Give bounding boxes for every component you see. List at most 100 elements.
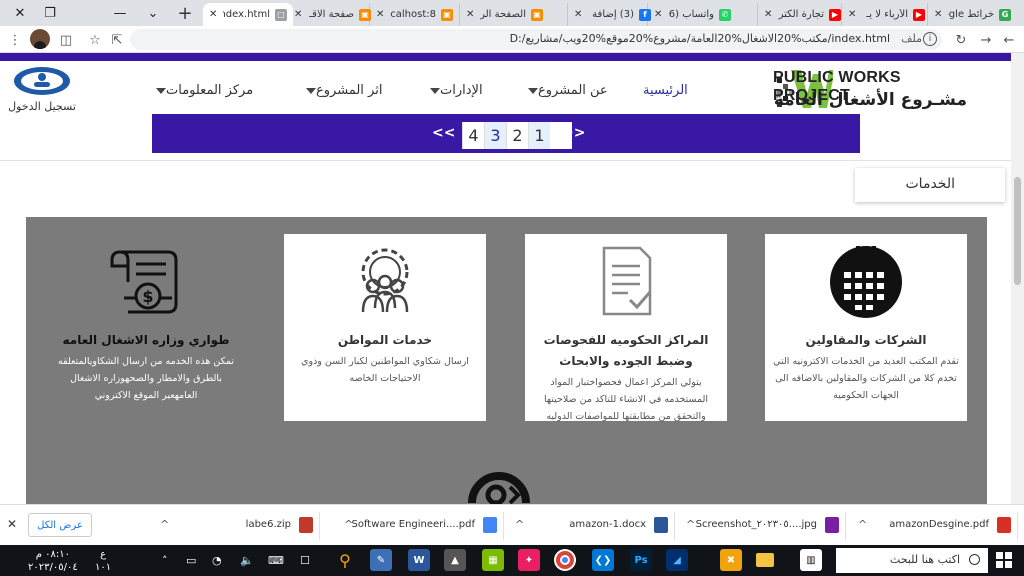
bookmark-star-icon[interactable]: ☆ bbox=[84, 29, 106, 51]
download-item[interactable]: ^ labe6.zip bbox=[150, 512, 320, 540]
close-tab-icon[interactable]: ✕ bbox=[376, 9, 384, 20]
close-downloads-icon[interactable]: ✕ bbox=[7, 517, 17, 531]
photoshop-icon[interactable]: Ps bbox=[630, 549, 652, 571]
close-tab-icon[interactable]: ✕ bbox=[848, 9, 856, 20]
close-tab-icon[interactable]: ✕ bbox=[764, 9, 772, 20]
language-icon[interactable]: ⌨ bbox=[268, 554, 284, 567]
pagination-next[interactable]: >> bbox=[562, 125, 585, 141]
input-language[interactable]: ع ١٠١ bbox=[95, 548, 111, 574]
pagination-prev[interactable]: << bbox=[432, 125, 455, 141]
network-icon[interactable]: ◔ bbox=[212, 554, 222, 567]
back-icon[interactable]: ← bbox=[998, 29, 1020, 51]
taskbar-clock[interactable]: ٠٨:١٠ م ٢٠٢٣/٠٥/٠٤ bbox=[28, 548, 78, 574]
services-heading: الخدمات bbox=[905, 176, 956, 192]
service-card-labs[interactable]: المراكز الحكوميه للفحوصات وضبط الجوده وا… bbox=[525, 234, 727, 422]
login-label: تسجيل الدخول bbox=[8, 100, 76, 113]
close-tab-icon[interactable]: ✕ bbox=[209, 9, 217, 20]
close-tab-icon[interactable]: ✕ bbox=[294, 9, 302, 20]
site-logo[interactable]: PUBLIC WORKS PROJECT مشـروع الأشغال العا… bbox=[773, 64, 991, 114]
tab-search-icon[interactable]: ⌄ bbox=[140, 0, 166, 26]
search-app-icon[interactable]: ⚲ bbox=[334, 549, 356, 571]
chevron-up-icon[interactable]: ^ bbox=[858, 518, 867, 531]
service-card-emergency[interactable]: $ طواري وزاره الاشغال العامه تمكن هذه ال… bbox=[45, 234, 247, 424]
browser-tab[interactable]: ✕ الأرباء لا يـ ▶ bbox=[841, 3, 931, 26]
file-explorer-icon[interactable] bbox=[754, 549, 776, 571]
tray-overflow-icon[interactable]: ˄ bbox=[162, 554, 168, 567]
visual-studio-icon[interactable]: ◢ bbox=[666, 549, 688, 571]
download-item[interactable]: ^ Screenshot_٢٠٢٣٠٥....jpg bbox=[676, 512, 846, 540]
downloads-bar: ✕ عرض الكل ^ amazonDesgine.pdf ^ Screenshot… bbox=[0, 504, 1024, 545]
page-scrollbar[interactable] bbox=[1011, 53, 1024, 504]
service-card-citizen[interactable]: خدمات المواطن ارسال شكاوي المواطنين لكبا… bbox=[284, 234, 486, 421]
paint-icon[interactable]: ✎ bbox=[370, 549, 392, 571]
reload-icon[interactable]: ↻ bbox=[950, 29, 972, 51]
notification-icon[interactable]: ☐ bbox=[300, 554, 310, 567]
download-item[interactable]: ^ amazonDesgine.pdf bbox=[848, 512, 1018, 540]
page-2-link[interactable]: 2 bbox=[506, 122, 528, 149]
windows-taskbar: اكتب هنا للبحث ▥ ✖ ◢ Ps ❮❯ ✦ ▦ ▲ W ✎ ⚲ ☐… bbox=[0, 545, 1024, 576]
browser-tab[interactable]: ✕ خرائط Google G bbox=[927, 3, 1017, 26]
browser-tab[interactable]: ✕واتساب (6)✆ bbox=[647, 3, 737, 26]
close-tab-icon[interactable]: ✕ bbox=[466, 9, 474, 20]
input-language-top: ع bbox=[100, 549, 107, 560]
browser-tab[interactable]: ✕ تجارة الكترو ▶ bbox=[757, 3, 847, 26]
xampp-icon[interactable]: ✖ bbox=[720, 549, 742, 571]
vscode-icon[interactable]: ❮❯ bbox=[592, 549, 614, 571]
browser-tab[interactable]: ✕ index.html ▢ bbox=[203, 3, 293, 26]
share-icon[interactable]: ⇱ bbox=[106, 29, 128, 51]
nav-home[interactable]: الرئيسية bbox=[643, 83, 688, 98]
photos-icon[interactable]: ▲ bbox=[444, 549, 466, 571]
nav-info-center[interactable]: مركز المعلومات bbox=[150, 83, 253, 98]
download-item[interactable]: ^ Software Engineeri....pdf bbox=[334, 512, 504, 540]
start-button[interactable] bbox=[996, 552, 1012, 568]
address-bar[interactable]: D:/مكتب%20الاشغال%20العامة/مشروع%20موقع%… bbox=[130, 29, 942, 50]
browser-tab[interactable]: ✕ الصفحة الر ▣ bbox=[459, 3, 549, 26]
chevron-up-icon[interactable]: ^ bbox=[515, 518, 524, 531]
nav-home-label: الرئيسية bbox=[643, 83, 688, 98]
tab-title: خرائط Google bbox=[948, 9, 994, 20]
browser-tab[interactable]: ✕ localhost:8 ▣ bbox=[369, 3, 459, 26]
page-1-link[interactable]: 1 bbox=[528, 122, 550, 149]
sidebar-icon[interactable]: ◫ bbox=[55, 29, 77, 51]
app-pink-icon[interactable]: ✦ bbox=[518, 549, 540, 571]
clock-date: ٢٠٢٣/٠٥/٠٤ bbox=[28, 562, 78, 573]
service-title: الشركات والمقاولين bbox=[805, 333, 927, 347]
battery-icon[interactable]: ▭ bbox=[186, 554, 196, 567]
browser-tab[interactable]: ✕ صفحة الاقـ ▣ bbox=[287, 3, 377, 26]
login-button[interactable]: تسجيل الدخول bbox=[6, 65, 78, 115]
close-tab-icon[interactable]: ✕ bbox=[934, 9, 942, 20]
taskbar-search-box[interactable]: اكتب هنا للبحث bbox=[836, 548, 988, 573]
service-description: يتولي المركز اعمال فحصواختبار المواد الم… bbox=[543, 377, 708, 422]
volume-icon[interactable]: 🔈 bbox=[240, 554, 254, 567]
file-type-icon bbox=[997, 517, 1011, 533]
chevron-up-icon[interactable]: ^ bbox=[686, 518, 695, 531]
scrollbar-thumb[interactable] bbox=[1014, 177, 1021, 285]
menu-dots-icon[interactable]: ⋮ bbox=[4, 29, 26, 51]
close-tab-icon[interactable]: ✕ bbox=[574, 9, 582, 20]
chrome-icon[interactable] bbox=[554, 549, 576, 571]
show-all-downloads-button[interactable]: عرض الكل bbox=[28, 513, 92, 537]
chevron-up-icon[interactable]: ^ bbox=[160, 518, 169, 531]
download-item[interactable]: ^ amazon-1.docx bbox=[505, 512, 675, 540]
nav-departments[interactable]: الإدارات bbox=[424, 83, 483, 98]
info-icon[interactable]: i bbox=[923, 32, 937, 46]
browser-tab[interactable]: ✕ (3) إضافة f bbox=[567, 3, 657, 26]
file-type-icon bbox=[299, 517, 313, 533]
tab-title: واتساب (6) bbox=[668, 9, 714, 20]
new-tab-button[interactable]: + bbox=[172, 0, 198, 26]
page-4-link[interactable]: 4 bbox=[462, 122, 484, 149]
nav-about[interactable]: عن المشروع bbox=[522, 83, 608, 98]
url-text[interactable]: D:/مكتب%20الاشغال%20العامة/مشروع%20موقع%… bbox=[510, 32, 890, 45]
service-card-companies[interactable]: الشركات والمقاولين تقدم المكتب العديد من… bbox=[765, 234, 967, 421]
forward-icon[interactable]: → bbox=[975, 29, 997, 51]
minimize-window-icon[interactable]: — bbox=[100, 0, 140, 26]
word-icon[interactable]: W bbox=[408, 549, 430, 571]
nav-impact[interactable]: اثر المشروع bbox=[300, 83, 382, 98]
page-3-link[interactable]: 3 bbox=[484, 122, 506, 149]
download-filename: Software Engineeri....pdf bbox=[351, 519, 475, 530]
restore-window-icon[interactable]: ❐ bbox=[30, 0, 70, 26]
store-icon[interactable]: ▦ bbox=[482, 549, 504, 571]
service-description: ارسال شكاوي المواطنين لكبار السن وذوي ال… bbox=[301, 356, 469, 384]
task-view-icon[interactable]: ▥ bbox=[800, 549, 822, 571]
profile-avatar[interactable] bbox=[30, 29, 50, 49]
